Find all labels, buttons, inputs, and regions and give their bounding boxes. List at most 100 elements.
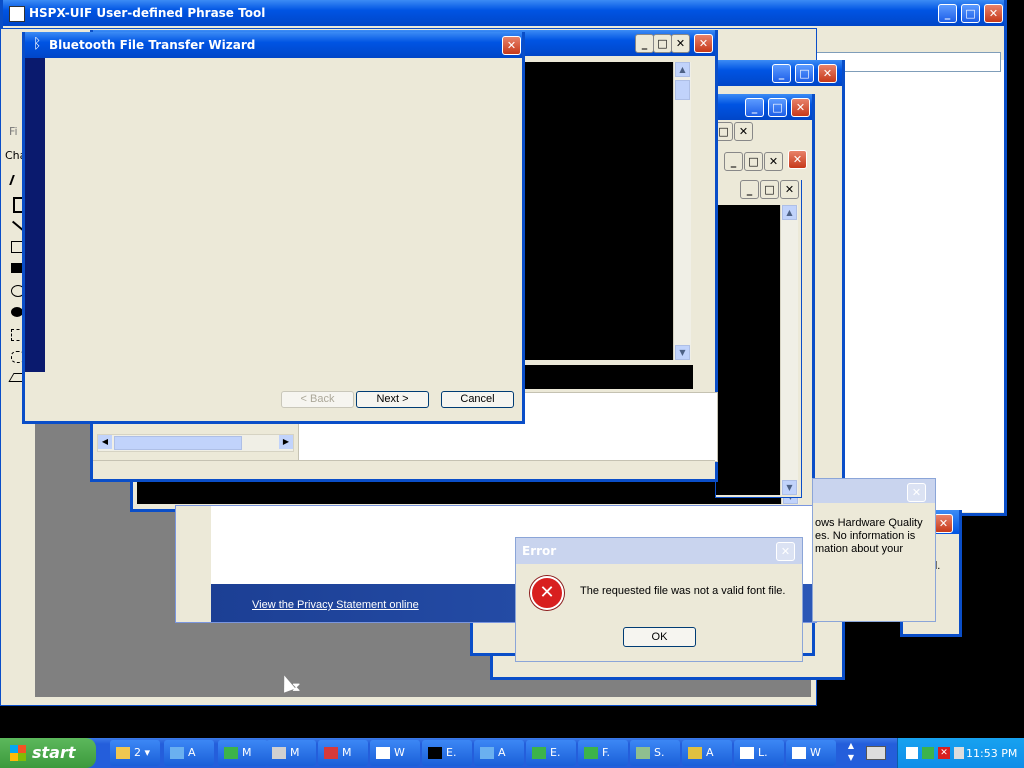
error-titlebar[interactable]: Error ✕ bbox=[516, 538, 802, 564]
maximize-button[interactable]: □ bbox=[744, 152, 763, 171]
editor-inner-titlebar: _ □ ✕ bbox=[523, 34, 693, 58]
scroll-up-arrow[interactable]: ▲ bbox=[675, 62, 690, 77]
scroll-left-arrow[interactable]: ◀ bbox=[98, 435, 112, 449]
inner-black-pane bbox=[716, 205, 780, 495]
system-tray: ✕ 11:53 PM bbox=[897, 738, 1024, 768]
taskbar-group-button[interactable]: 2 ▾ bbox=[110, 740, 160, 766]
scroll-down-arrow[interactable]: ▼ bbox=[782, 480, 797, 495]
maximize-button[interactable]: □ bbox=[768, 98, 787, 117]
app-icon bbox=[324, 747, 338, 759]
close-button[interactable]: ✕ bbox=[671, 34, 690, 53]
scroll-thumb[interactable] bbox=[675, 80, 690, 100]
close-button[interactable]: ✕ bbox=[934, 514, 953, 533]
cancel-button[interactable]: Cancel bbox=[441, 391, 514, 408]
taskbar-button-1[interactable]: A bbox=[164, 740, 214, 766]
taskbar-button-11[interactable]: A bbox=[682, 740, 732, 766]
back-button[interactable]: < Back bbox=[281, 391, 354, 408]
app-icon bbox=[688, 747, 702, 759]
minimize-button[interactable]: _ bbox=[772, 64, 791, 83]
folder-icon bbox=[116, 747, 130, 759]
hourglass-icon: ⧗ bbox=[292, 680, 301, 694]
privacy-link[interactable]: View the Privacy Statement online bbox=[252, 599, 419, 611]
maximize-button[interactable]: □ bbox=[760, 180, 779, 199]
editor-black-strip bbox=[523, 365, 693, 389]
hspx-title: HSPX-UIF User-defined Phrase Tool bbox=[29, 6, 266, 20]
next-button[interactable]: Next > bbox=[356, 391, 429, 408]
hardware-dialog: ✕ ows Hardware Quality es. No informatio… bbox=[812, 478, 936, 622]
taskbar-button-9[interactable]: F. bbox=[578, 740, 628, 766]
wizard-title: Bluetooth File Transfer Wizard bbox=[49, 38, 256, 52]
hardware-line-1: ows Hardware Quality bbox=[815, 517, 923, 529]
taskbar-button-2[interactable]: M bbox=[218, 740, 268, 766]
close-button[interactable]: ✕ bbox=[791, 98, 810, 117]
taskbar-button-7[interactable]: A bbox=[474, 740, 524, 766]
editor-scrollbar[interactable]: ▲ ▼ bbox=[673, 62, 691, 360]
taskbar-button-10[interactable]: S. bbox=[630, 740, 680, 766]
close-button[interactable]: ✕ bbox=[764, 152, 783, 171]
start-button[interactable]: start bbox=[0, 738, 96, 768]
taskbar-button-label: A bbox=[706, 746, 714, 759]
inner-scrollbar[interactable]: ▲ ▼ bbox=[780, 205, 798, 495]
scroll-up-arrow[interactable]: ▲ bbox=[782, 205, 797, 220]
windows-logo-icon bbox=[10, 745, 26, 761]
taskbar-button-12[interactable]: L. bbox=[734, 740, 784, 766]
taskbar-button-6[interactable]: E. bbox=[422, 740, 472, 766]
taskbar-button-4[interactable]: M bbox=[318, 740, 368, 766]
wizard-titlebar[interactable]: ᛒ Bluetooth File Transfer Wizard ✕ bbox=[25, 32, 522, 58]
keyboard-icon[interactable] bbox=[866, 746, 886, 760]
error-dialog: Error ✕ ✕ The requested file was not a v… bbox=[515, 537, 803, 662]
clock[interactable]: 11:53 PM bbox=[966, 747, 1017, 760]
taskbar-button-label: S. bbox=[654, 746, 665, 759]
error-message: The requested file was not a valid font … bbox=[580, 585, 786, 597]
editor-black-pane bbox=[523, 62, 673, 360]
network-icon[interactable] bbox=[906, 747, 918, 759]
minimize-button[interactable]: _ bbox=[938, 4, 957, 23]
group-count: 2 bbox=[134, 746, 141, 759]
start-label: start bbox=[32, 743, 76, 762]
taskbar-button-8[interactable]: E. bbox=[526, 740, 576, 766]
ok-button[interactable]: OK bbox=[623, 627, 696, 647]
minimize-button[interactable]: _ bbox=[745, 98, 764, 117]
maximize-button[interactable]: □ bbox=[795, 64, 814, 83]
close-button[interactable]: ✕ bbox=[984, 4, 1003, 23]
close-button[interactable]: ✕ bbox=[694, 34, 713, 53]
taskbar-button-label: A bbox=[188, 746, 196, 759]
maximize-button[interactable]: □ bbox=[653, 34, 672, 53]
taskbar-button-5[interactable]: W bbox=[370, 740, 420, 766]
close-button[interactable]: ✕ bbox=[734, 122, 753, 141]
maximize-button[interactable]: □ bbox=[961, 4, 980, 23]
taskbar-button-label: M bbox=[342, 746, 352, 759]
white-area bbox=[823, 60, 1004, 512]
scroll-right-arrow[interactable]: ▶ bbox=[279, 435, 293, 449]
taskbar-button-label: M bbox=[290, 746, 300, 759]
hspx-titlebar[interactable]: HSPX-UIF User-defined Phrase Tool _ □ ✕ bbox=[3, 0, 1004, 26]
minimize-button[interactable]: _ bbox=[724, 152, 743, 171]
error-title: Error bbox=[522, 544, 557, 558]
app-icon bbox=[532, 747, 546, 759]
editor-hscroll[interactable]: ◀ ▶ bbox=[97, 434, 294, 452]
close-button[interactable]: ✕ bbox=[780, 180, 799, 199]
close-button[interactable]: ✕ bbox=[907, 483, 926, 502]
green-tray-icon[interactable] bbox=[922, 747, 934, 759]
bluetooth-icon: ᛒ bbox=[33, 36, 42, 52]
app-icon bbox=[9, 6, 25, 22]
inner-window-titlebar[interactable]: _ □ ✕ bbox=[716, 177, 801, 201]
taskbar-button-label: W bbox=[810, 746, 821, 759]
menu-fragment: Fi bbox=[9, 125, 18, 138]
taskbar-button-label: M bbox=[242, 746, 252, 759]
taskbar-button-label: A bbox=[498, 746, 506, 759]
speaker-icon[interactable] bbox=[954, 747, 964, 759]
scroll-down-arrow[interactable]: ▼ bbox=[675, 345, 690, 360]
minimize-button[interactable]: _ bbox=[740, 180, 759, 199]
close-button[interactable]: ✕ bbox=[776, 542, 795, 561]
taskbar-button-13[interactable]: W bbox=[786, 740, 836, 766]
close-button[interactable]: ✕ bbox=[502, 36, 521, 55]
hardware-text: ows Hardware Quality es. No information … bbox=[815, 517, 933, 556]
close-button[interactable]: ✕ bbox=[818, 64, 837, 83]
minimize-button[interactable]: _ bbox=[635, 34, 654, 53]
taskbar-button-3[interactable]: M bbox=[266, 740, 316, 766]
hscroll-thumb[interactable] bbox=[114, 436, 242, 450]
taskbar-scroll-arrows[interactable]: ▲ ▼ bbox=[844, 740, 858, 766]
red-x-tray-icon[interactable]: ✕ bbox=[938, 747, 950, 759]
close-button[interactable]: ✕ bbox=[788, 150, 807, 169]
